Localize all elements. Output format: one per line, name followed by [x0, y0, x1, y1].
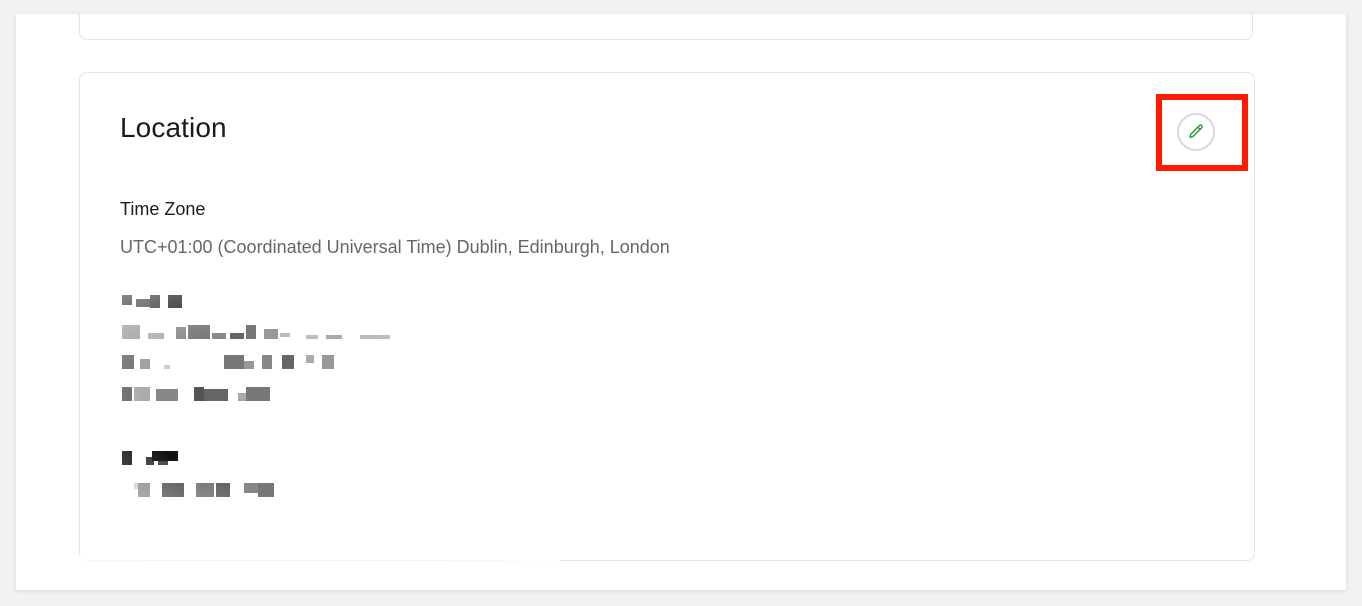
location-card: Location Time Zone UTC+01:00 (Coordinate…: [79, 72, 1255, 561]
pencil-icon: [1189, 124, 1203, 138]
time-zone-label: Time Zone: [120, 199, 206, 219]
redaction-fade: [80, 285, 560, 561]
time-zone-value: UTC+01:00 (Coordinated Universal Time) D…: [120, 237, 670, 257]
page-frame: Location Time Zone UTC+01:00 (Coordinate…: [16, 14, 1346, 590]
edit-location-button[interactable]: [1177, 113, 1215, 151]
location-title: Location: [120, 112, 227, 143]
previous-section-card: [79, 14, 1253, 40]
